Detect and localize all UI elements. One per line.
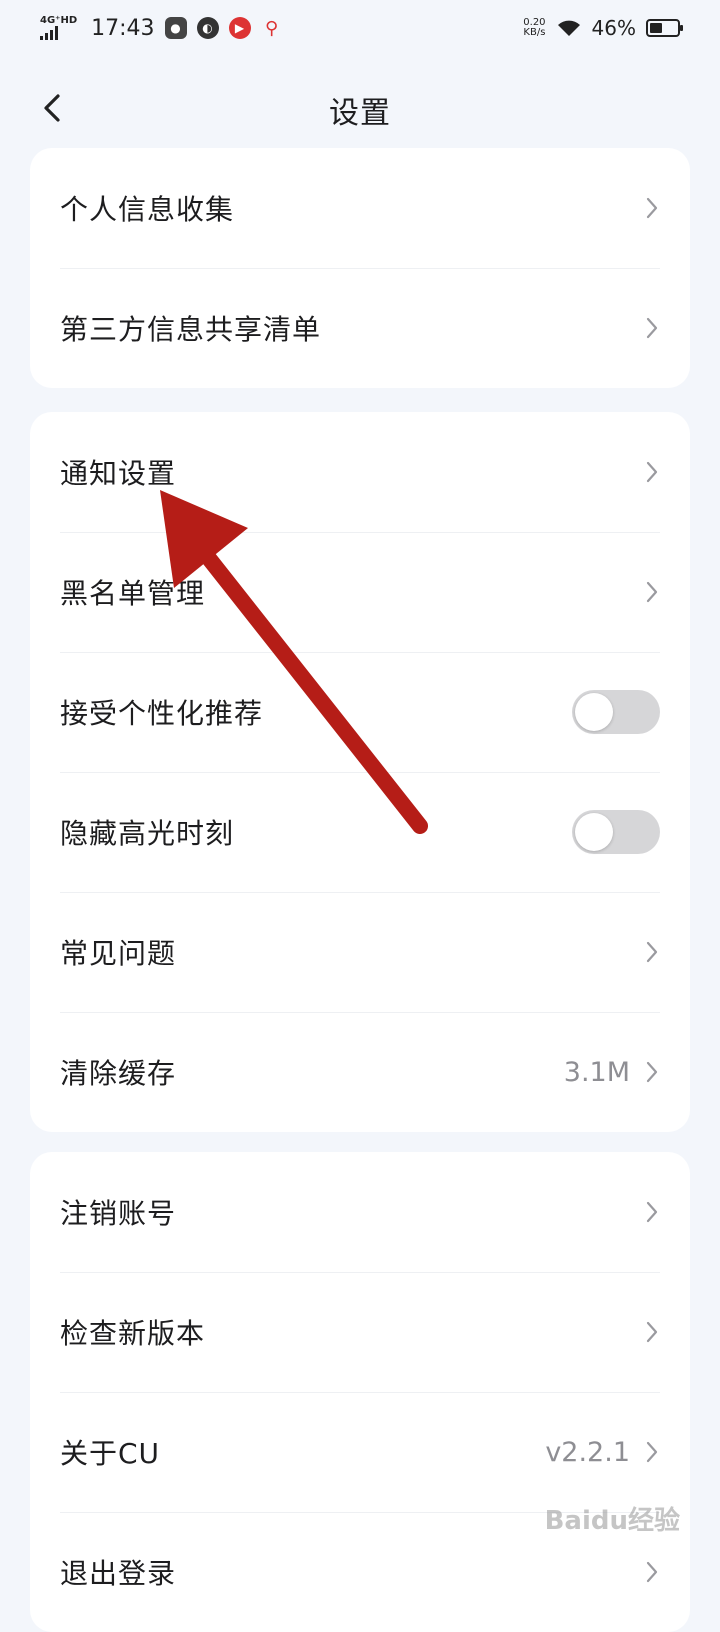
wifi-icon	[557, 20, 580, 36]
signal-strength-icon	[40, 26, 77, 40]
settings-row-clear-cache[interactable]: 清除缓存 3.1M	[30, 1012, 690, 1132]
row-label: 个人信息收集	[60, 193, 235, 226]
network-type-indicator: 4G⁺HD	[40, 16, 77, 40]
account-card: 注销账号 检查新版本 关于CU v2.2.1 退出登录	[30, 1152, 690, 1632]
watermark: Baidu经验	[544, 1506, 680, 1536]
settings-row-personal-info[interactable]: 个人信息收集	[30, 148, 690, 268]
chevron-right-icon	[644, 314, 660, 342]
row-label: 黑名单管理	[60, 577, 206, 610]
page-title: 设置	[329, 96, 391, 131]
general-settings-card: 通知设置 黑名单管理 接受个性化推荐 隐藏高光时刻 常见问题 清除缓存 3.1M	[30, 412, 690, 1132]
location-pin-icon: ⚲	[264, 17, 279, 39]
cache-size: 3.1M	[563, 1056, 630, 1088]
settings-row-personalized-recommend: 接受个性化推荐	[30, 652, 690, 772]
chevron-right-icon	[644, 578, 660, 606]
battery-fill	[650, 23, 662, 33]
settings-row-blacklist[interactable]: 黑名单管理	[30, 532, 690, 652]
status-time: 17:43	[91, 15, 155, 41]
battery-icon	[646, 19, 683, 37]
row-label: 清除缓存	[60, 1057, 177, 1090]
settings-row-about[interactable]: 关于CU v2.2.1	[30, 1392, 690, 1512]
status-left: 4G⁺HD 17:43 ● ◐ ▶ ⚲	[40, 16, 283, 41]
personalized-recommend-toggle[interactable]	[572, 690, 660, 734]
row-label: 第三方信息共享清单	[60, 313, 322, 346]
chevron-right-icon	[644, 1558, 660, 1586]
status-right: 0.20 KB/s 46%	[523, 16, 683, 40]
settings-row-notifications[interactable]: 通知设置	[30, 412, 690, 532]
hide-highlights-toggle[interactable]	[572, 810, 660, 854]
chevron-right-icon	[644, 1198, 660, 1226]
row-label: 退出登录	[60, 1557, 177, 1590]
toggle-knob	[575, 813, 613, 851]
settings-row-hide-highlights: 隐藏高光时刻	[30, 772, 690, 892]
chevron-right-icon	[644, 1318, 660, 1346]
robot-app-icon: ●	[164, 17, 187, 39]
settings-row-faq[interactable]: 常见问题	[30, 892, 690, 1012]
navigation-bar: 设置	[0, 70, 720, 150]
row-label: 通知设置	[60, 457, 177, 490]
chevron-right-icon	[644, 1438, 660, 1466]
video-app-icon: ▶	[228, 17, 251, 39]
toggle-knob	[575, 693, 613, 731]
chevron-right-icon	[644, 938, 660, 966]
row-label: 注销账号	[60, 1197, 177, 1230]
network-speed: 0.20 KB/s	[523, 17, 546, 38]
row-label: 检查新版本	[60, 1317, 206, 1350]
row-label: 隐藏高光时刻	[60, 817, 235, 850]
row-label: 常见问题	[60, 937, 177, 970]
chevron-right-icon	[644, 194, 660, 222]
row-label: 关于CU	[60, 1437, 161, 1470]
settings-row-third-party-share[interactable]: 第三方信息共享清单	[30, 268, 690, 388]
settings-row-delete-account[interactable]: 注销账号	[30, 1152, 690, 1272]
chevron-right-icon	[644, 458, 660, 486]
app-version: v2.2.1	[545, 1436, 630, 1468]
chevron-right-icon	[644, 1058, 660, 1086]
battery-percent: 46%	[591, 16, 636, 40]
row-label: 接受个性化推荐	[60, 697, 264, 730]
settings-row-check-update[interactable]: 检查新版本	[30, 1272, 690, 1392]
app-notification-icon: ◐	[196, 17, 219, 39]
privacy-card: 个人信息收集 第三方信息共享清单	[30, 148, 690, 388]
status-bar: 4G⁺HD 17:43 ● ◐ ▶ ⚲ 0.20 KB/s 46%	[0, 0, 720, 56]
